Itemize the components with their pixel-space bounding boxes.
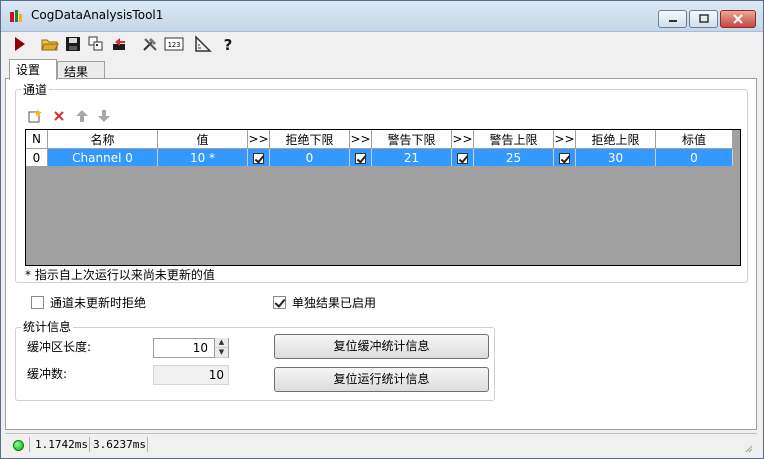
cell-value[interactable]: 10 *	[157, 148, 248, 166]
maximize-icon	[698, 14, 709, 23]
cell-warn-high[interactable]: 25	[473, 148, 554, 166]
spin-up-icon[interactable]: ▲	[215, 338, 228, 348]
resize-grip-icon[interactable]	[743, 443, 753, 453]
window-title: CogDataAnalysisTool1	[31, 8, 164, 22]
close-button[interactable]	[720, 10, 756, 28]
move-up-icon[interactable]	[75, 108, 89, 124]
svg-text:123: 123	[168, 41, 181, 49]
channel-grid[interactable]: N 名称 值 >> 拒绝下限 >> 警告下限 >> 警告上限 >> 拒绝上限 标…	[25, 129, 741, 266]
independent-results-label: 单独结果已启用	[292, 296, 377, 310]
col-header-n[interactable]: N	[26, 130, 48, 149]
spin-down-icon[interactable]: ▼	[215, 348, 228, 358]
channel-table: N 名称 值 >> 拒绝下限 >> 警告下限 >> 警告上限 >> 拒绝上限 标…	[26, 130, 733, 166]
reset-buffer-stats-button[interactable]: 复位缓冲统计信息	[274, 334, 489, 359]
main-window: CogDataAnalysisTool1 123 ? 设置 结果 通道 N 名称…	[0, 0, 764, 459]
col-header-toggle-2[interactable]: >>	[349, 130, 372, 149]
open-icon[interactable]	[41, 35, 59, 53]
status-separator	[147, 437, 148, 452]
col-header-warn-high[interactable]: 警告上限	[473, 130, 554, 149]
status-led-icon	[13, 440, 24, 451]
col-header-nominal[interactable]: 标值	[655, 130, 733, 149]
col-header-warn-low[interactable]: 警告下限	[371, 130, 452, 149]
reject-not-updated-checkbox[interactable]	[31, 296, 44, 309]
reject-low-checkbox[interactable]	[253, 152, 264, 164]
reset-run-stats-button[interactable]: 复位运行统计信息	[274, 367, 489, 392]
add-channel-icon[interactable]	[28, 109, 42, 123]
buffer-count-value: 10	[153, 365, 229, 385]
cell-warn-low[interactable]: 21	[371, 148, 452, 166]
maximize-button[interactable]	[689, 10, 718, 28]
status-separator	[29, 437, 30, 452]
table-header-row: N 名称 值 >> 拒绝下限 >> 警告下限 >> 警告上限 >> 拒绝上限 标…	[26, 130, 733, 149]
tab-strip: 设置 结果	[1, 59, 763, 80]
svg-text:?: ?	[224, 36, 233, 53]
minimize-button[interactable]	[658, 10, 687, 28]
warn-low-checkbox[interactable]	[355, 152, 366, 164]
col-header-name[interactable]: 名称	[47, 130, 158, 149]
stats-group-label: 统计信息	[21, 318, 74, 335]
col-header-toggle-4[interactable]: >>	[553, 130, 576, 149]
tab-results[interactable]: 结果	[57, 61, 105, 79]
buffer-length-spinner[interactable]: ▲ ▼	[214, 338, 228, 358]
col-header-value[interactable]: 值	[157, 130, 248, 149]
buffer-length-label: 缓冲区长度:	[27, 340, 92, 354]
title-bar[interactable]: CogDataAnalysisTool1	[1, 1, 763, 32]
col-header-reject-low[interactable]: 拒绝下限	[269, 130, 350, 149]
numeric-icon[interactable]: 123	[164, 35, 184, 53]
buffer-count-label: 缓冲数:	[27, 367, 68, 381]
cell-toggle-2[interactable]	[349, 148, 372, 166]
save-icon[interactable]	[64, 35, 82, 53]
col-header-toggle-1[interactable]: >>	[247, 130, 270, 149]
status-separator	[89, 437, 90, 452]
minimize-icon	[668, 20, 677, 22]
tools-icon[interactable]	[141, 35, 159, 53]
reject-not-updated-option[interactable]: 通道未更新时拒绝	[31, 294, 146, 311]
delete-channel-icon[interactable]	[52, 109, 66, 123]
independent-results-option[interactable]: 单独结果已启用	[273, 294, 376, 311]
reject-high-checkbox[interactable]	[559, 152, 570, 164]
cell-name[interactable]: Channel 0	[47, 148, 158, 166]
cell-reject-low[interactable]: 0	[269, 148, 350, 166]
tab-settings[interactable]: 设置	[9, 59, 57, 80]
reject-not-updated-label: 通道未更新时拒绝	[50, 296, 147, 310]
toolbar: 123 ?	[1, 31, 763, 57]
cell-toggle-4[interactable]	[553, 148, 576, 166]
help-icon[interactable]: ?	[219, 35, 237, 53]
stale-value-note: * 指示自上次运行以来尚未更新的值	[25, 268, 215, 282]
status-time-1: 1.1742ms	[35, 438, 88, 451]
col-header-toggle-3[interactable]: >>	[451, 130, 474, 149]
app-icon	[10, 10, 22, 22]
independent-results-checkbox[interactable]	[273, 296, 286, 309]
channel-toolbar	[21, 105, 739, 127]
status-bar: 1.1742ms 3.6237ms	[5, 433, 757, 456]
cell-toggle-1[interactable]	[247, 148, 270, 166]
copy-icon[interactable]	[87, 35, 105, 53]
cell-reject-high[interactable]: 30	[575, 148, 656, 166]
reset-icon[interactable]	[110, 35, 128, 53]
cell-toggle-3[interactable]	[451, 148, 474, 166]
cell-nominal[interactable]: 0	[655, 148, 733, 166]
channel-group-label: 通道	[21, 81, 50, 98]
status-time-2: 3.6237ms	[93, 438, 146, 451]
close-icon	[733, 14, 743, 24]
table-row[interactable]: 0 Channel 0 10 * 0 21 25 30 0	[26, 148, 733, 166]
measure-icon[interactable]	[194, 35, 212, 53]
move-down-icon[interactable]	[97, 108, 111, 124]
run-icon[interactable]	[11, 35, 29, 53]
col-header-reject-high[interactable]: 拒绝上限	[575, 130, 656, 149]
row-number[interactable]: 0	[26, 148, 48, 166]
warn-high-checkbox[interactable]	[457, 152, 468, 164]
